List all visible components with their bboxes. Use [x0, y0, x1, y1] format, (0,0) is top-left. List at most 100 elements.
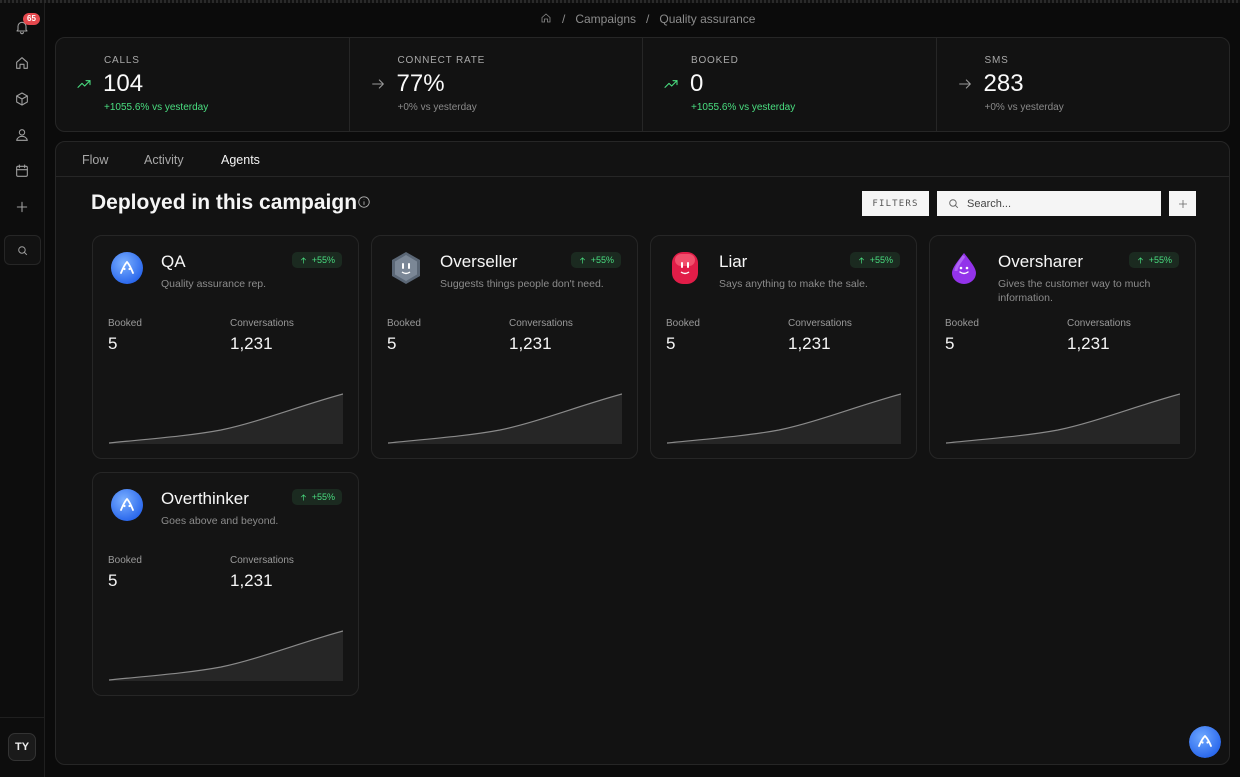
user-icon[interactable]: [12, 125, 32, 145]
agent-card[interactable]: Liar Says anything to make the sale. +55% B…: [650, 235, 917, 459]
change-badge: +55%: [849, 252, 900, 268]
stat-label: CALLS: [104, 55, 140, 66]
agent-description: Goes above and beyond.: [161, 515, 279, 527]
conversations-value: 1,231: [230, 334, 273, 353]
agent-name: Liar: [719, 252, 748, 271]
sidebar-divider: [0, 717, 44, 718]
breadcrumb: / Campaigns / Quality assurance: [540, 12, 755, 26]
booked-value: 5: [108, 571, 118, 590]
change-value: +55%: [869, 255, 893, 265]
sparkline-chart: [388, 393, 622, 444]
arrow-up-icon: [858, 256, 864, 263]
agent-card[interactable]: QA Quality assurance rep. +55% Booked 5 Conve…: [92, 235, 359, 459]
sparkline-chart: [109, 393, 343, 444]
gray-hexagon-face-icon: [392, 252, 420, 284]
booked-label: Booked: [387, 318, 421, 329]
agent-name: Overthinker: [161, 489, 249, 508]
agent-card[interactable]: Overseller Suggests things people don't n…: [371, 235, 638, 459]
blue-face-icon: [111, 252, 143, 284]
home-icon[interactable]: [540, 12, 552, 27]
stat-delta: +0% vs yesterday: [397, 102, 477, 113]
plus-icon[interactable]: [12, 197, 32, 217]
stat-booked: BOOKED 0 +1055.6% vs yesterday: [643, 38, 937, 131]
purple-drop-face-icon: [952, 253, 976, 284]
change-value: +55%: [311, 492, 335, 502]
sidebar-search-button[interactable]: [4, 235, 41, 265]
change-badge: +55%: [1128, 252, 1179, 268]
home-icon[interactable]: [12, 53, 32, 73]
stat-value: 77%: [396, 70, 445, 97]
avatar[interactable]: TY: [8, 733, 36, 761]
notification-badge: 65: [23, 13, 40, 25]
booked-label: Booked: [108, 318, 142, 329]
booked-label: Booked: [666, 318, 700, 329]
breadcrumb-item-campaigns[interactable]: Campaigns: [575, 12, 636, 26]
arrow-right-icon: [957, 76, 973, 92]
agent-card[interactable]: Overthinker Goes above and beyond. +55% Boo…: [92, 472, 359, 696]
stat-label: CONNECT RATE: [397, 55, 486, 66]
change-value: +55%: [1148, 255, 1172, 265]
tab-agents[interactable]: Agents: [221, 153, 260, 167]
sparkline-chart: [667, 393, 901, 444]
window-top-edge: [0, 0, 1240, 3]
agent-name: QA: [161, 252, 186, 271]
filters-button[interactable]: FILTERS: [862, 191, 929, 216]
change-badge: +55%: [291, 252, 342, 268]
stat-label: BOOKED: [691, 55, 739, 66]
sparkline-chart: [946, 393, 1180, 444]
page-title: Deployed in this campaign: [91, 191, 358, 214]
red-face-icon: [672, 252, 698, 284]
change-value: +55%: [311, 255, 335, 265]
search-icon: [949, 199, 959, 209]
info-icon[interactable]: [357, 195, 371, 209]
calendar-icon[interactable]: [12, 161, 32, 181]
search-box: [937, 191, 1161, 216]
tab-activity[interactable]: Activity: [144, 153, 184, 167]
conversations-value: 1,231: [788, 334, 831, 353]
agent-card[interactable]: Oversharer Gives the customer way to much…: [929, 235, 1196, 459]
booked-label: Booked: [945, 318, 979, 329]
change-value: +55%: [590, 255, 614, 265]
sparkline-area: [388, 394, 622, 444]
stat-sms: SMS 283 +0% vs yesterday: [937, 38, 1230, 131]
breadcrumb-separator: /: [646, 12, 650, 26]
booked-value: 5: [666, 334, 676, 353]
conversations-value: 1,231: [230, 571, 273, 590]
agent-description: Suggests things people don't need.: [440, 278, 604, 290]
conversations-label: Conversations: [230, 318, 294, 329]
trend-up-icon: [663, 76, 679, 92]
arrow-up-icon: [1137, 256, 1143, 263]
tab-bar: Flow Activity Agents: [56, 142, 1229, 177]
main-panel: Flow Activity Agents Deployed in this ca…: [55, 141, 1230, 765]
booked-value: 5: [387, 334, 397, 353]
plus-icon: [1178, 199, 1187, 208]
agent-description: Quality assurance rep.: [161, 278, 267, 290]
conversations-value: 1,231: [1067, 334, 1110, 353]
stat-delta: +1055.6% vs yesterday: [691, 102, 796, 113]
stat-value: 283: [983, 70, 1024, 97]
conversations-label: Conversations: [230, 555, 294, 566]
cube-icon[interactable]: [12, 89, 32, 109]
blue-face-icon: [111, 489, 143, 521]
booked-value: 5: [108, 334, 118, 353]
breadcrumb-item-current: Quality assurance: [659, 12, 756, 26]
sparkline-area: [109, 631, 343, 681]
stat-delta: +0% vs yesterday: [984, 102, 1064, 113]
add-agent-button[interactable]: [1169, 191, 1196, 216]
tab-flow[interactable]: Flow: [82, 153, 108, 167]
change-badge: +55%: [291, 489, 342, 505]
agent-name: Overseller: [440, 252, 518, 271]
sparkline-area: [109, 394, 343, 444]
breadcrumb-separator: /: [562, 12, 566, 26]
sparkline-area: [946, 394, 1180, 444]
agent-name: Oversharer: [998, 252, 1084, 271]
conversations-label: Conversations: [788, 318, 852, 329]
arrow-up-icon: [300, 493, 306, 500]
assistant-fab-button[interactable]: [1189, 726, 1221, 758]
search-input[interactable]: [967, 197, 1147, 210]
conversations-label: Conversations: [1067, 318, 1131, 329]
sparkline-area: [667, 394, 901, 444]
stat-calls: CALLS 104 +1055.6% vs yesterday: [56, 38, 350, 131]
stat-value: 104: [103, 70, 144, 97]
stat-delta: +1055.6% vs yesterday: [104, 102, 209, 113]
